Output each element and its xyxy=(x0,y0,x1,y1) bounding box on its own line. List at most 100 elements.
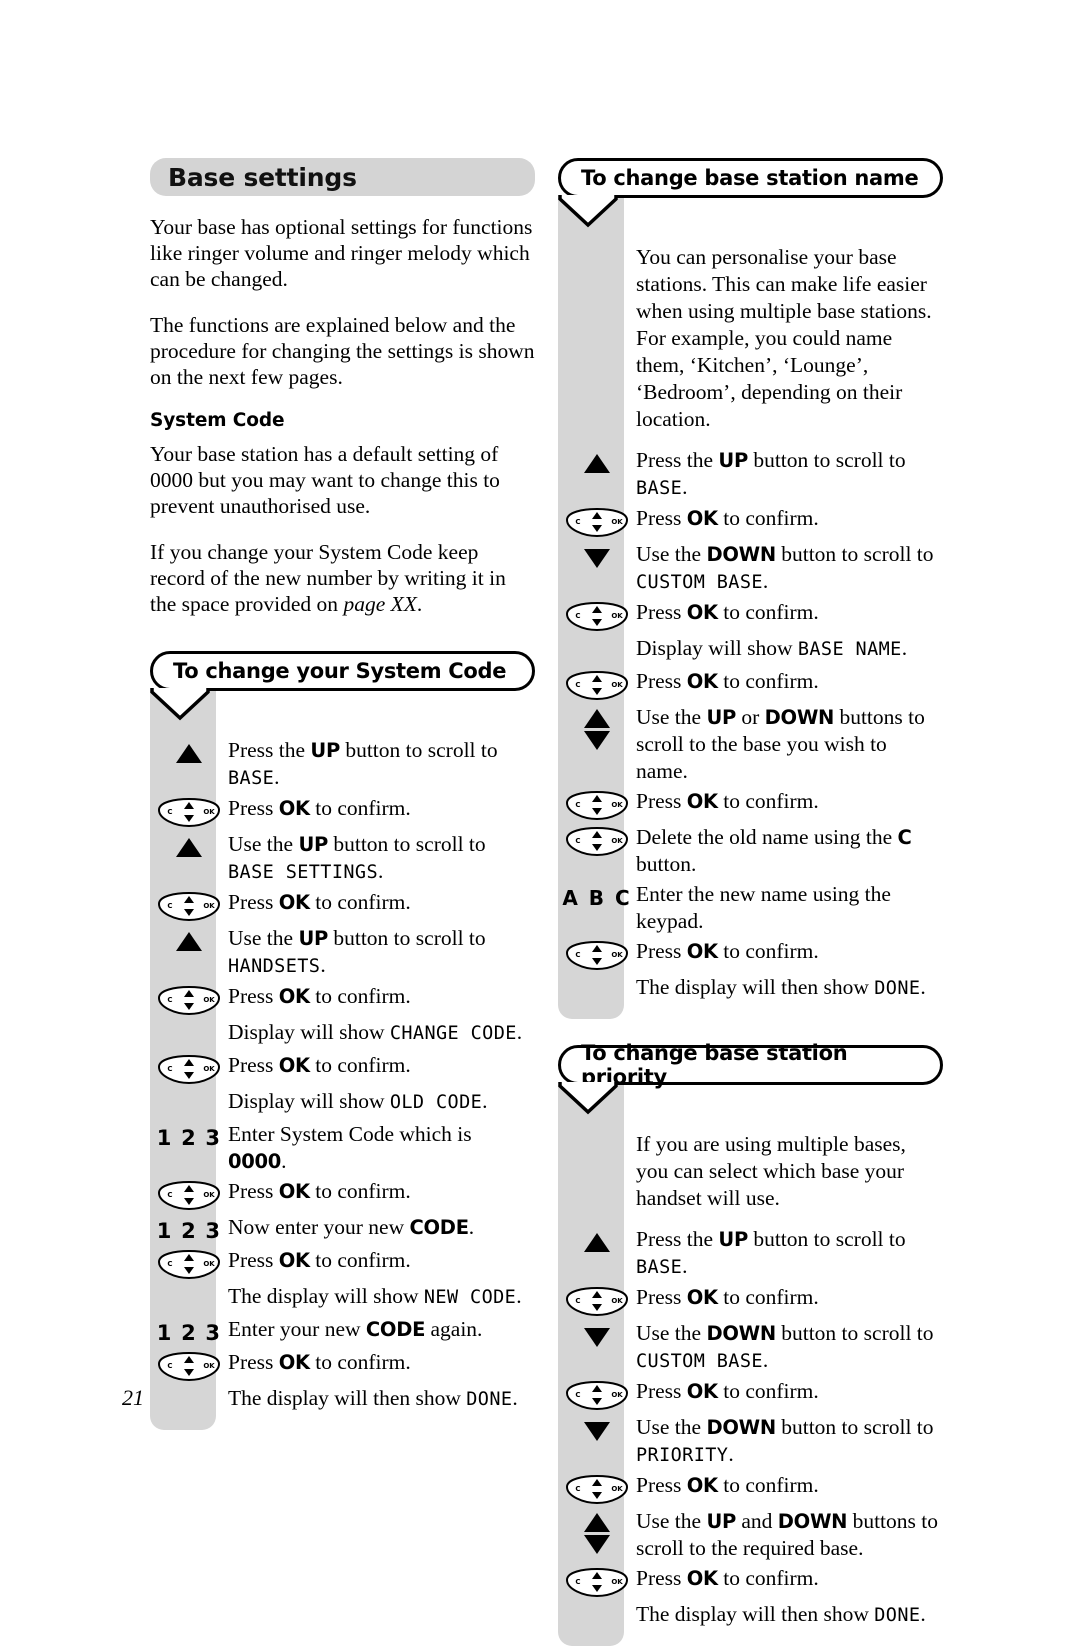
key-label: UP xyxy=(706,706,736,729)
procedure-step: C OK Press OK to confirm. xyxy=(150,1349,535,1382)
procedure-step: C OK Press OK to confirm. xyxy=(558,1565,943,1598)
nav-key-icon[interactable]: C OK xyxy=(157,1055,221,1085)
up-down-arrow-icon[interactable] xyxy=(584,1513,610,1554)
step-text-segment: Press the xyxy=(228,738,311,762)
key-label: DOWN xyxy=(706,1322,776,1345)
step-text: Display will show OLD CODE. xyxy=(228,1088,535,1116)
nav-key-icon[interactable]: C OK xyxy=(565,791,629,821)
svg-text:OK: OK xyxy=(203,902,215,910)
step-text: Press OK to confirm. xyxy=(636,1565,943,1592)
step-text-segment: Press xyxy=(636,1285,687,1309)
intro-text: You can personalise your base stations. … xyxy=(636,245,932,431)
procedure-step: Press the UP button to scroll to BASE. xyxy=(558,1226,943,1281)
key-label: OK xyxy=(686,1474,718,1497)
icon-cell xyxy=(558,635,636,638)
icon-cell xyxy=(558,541,636,568)
svg-text:OK: OK xyxy=(611,1578,623,1586)
step-text-segment: Press xyxy=(228,1350,279,1374)
intro-paragraph-1: Your base has optional settings for func… xyxy=(150,215,533,291)
icon-cell: C OK xyxy=(558,668,636,701)
down-arrow-icon[interactable] xyxy=(584,1422,610,1441)
callout-base-name: To change base station name xyxy=(558,158,943,228)
key-label: DOWN xyxy=(764,706,835,729)
up-arrow-icon[interactable] xyxy=(176,744,202,763)
icon-cell xyxy=(558,704,636,750)
step-text: Press OK to confirm. xyxy=(636,1378,943,1405)
svg-text:C: C xyxy=(575,1578,580,1586)
step-text-segment: to confirm. xyxy=(717,669,819,693)
nav-key-icon[interactable]: C OK xyxy=(565,1381,629,1411)
down-arrow-icon[interactable] xyxy=(584,549,610,568)
manual-page: Base settings Your base has optional set… xyxy=(0,0,1080,1646)
svg-text:OK: OK xyxy=(203,808,215,816)
up-down-arrow-icon[interactable] xyxy=(584,709,610,750)
page-number: 21 xyxy=(122,1385,144,1410)
step-text-segment: Display will show xyxy=(228,1020,390,1044)
step-text-segment: again. xyxy=(425,1317,483,1341)
display-text: HANDSETS xyxy=(228,956,321,977)
nav-key-icon[interactable]: C OK xyxy=(157,798,221,828)
procedure-step: C OK Press OK to confirm. xyxy=(558,668,943,701)
up-arrow-icon[interactable] xyxy=(176,838,202,857)
svg-text:OK: OK xyxy=(203,1065,215,1073)
step-text-segment: . xyxy=(728,1442,734,1466)
key-label: OK xyxy=(686,601,718,624)
keypad-123-icon[interactable]: 1 2 3 xyxy=(157,1321,221,1345)
nav-key-icon[interactable]: C OK xyxy=(157,1181,221,1211)
key-label: DOWN xyxy=(706,543,776,566)
svg-text:OK: OK xyxy=(611,1485,623,1493)
nav-key-icon[interactable]: C OK xyxy=(565,602,629,632)
nav-key-icon[interactable]: C OK xyxy=(157,892,221,922)
step-text-segment: Press xyxy=(636,1566,687,1590)
key-label: OK xyxy=(278,891,310,914)
down-arrow-icon[interactable] xyxy=(584,1328,610,1347)
icon-cell xyxy=(150,1088,228,1091)
procedure-step: C OK Press OK to confirm. xyxy=(150,889,535,922)
up-arrow-icon[interactable] xyxy=(176,932,202,951)
display-text: OLD CODE xyxy=(389,1092,483,1113)
up-arrow-icon[interactable] xyxy=(584,454,610,473)
step-text-segment: button to scroll to xyxy=(327,832,486,856)
svg-text:C: C xyxy=(575,1485,580,1493)
display-text: CUSTOM BASE xyxy=(636,1351,763,1372)
step-text: Enter your new CODE again. xyxy=(228,1316,535,1343)
key-label: CODE xyxy=(409,1216,470,1239)
svg-text:C: C xyxy=(575,837,580,845)
callout-title: To change base station name xyxy=(581,166,919,190)
nav-key-icon[interactable]: C OK xyxy=(565,508,629,538)
callout-tail-icon xyxy=(558,195,618,228)
key-label: OK xyxy=(686,670,718,693)
step-text-segment: Press xyxy=(228,1179,279,1203)
nav-key-icon[interactable]: C OK xyxy=(565,827,629,857)
nav-key-icon[interactable]: C OK xyxy=(157,1352,221,1382)
step-text: Enter the new name using the keypad. xyxy=(636,881,943,935)
nav-key-icon[interactable]: C OK xyxy=(565,941,629,971)
nav-key-icon[interactable]: C OK xyxy=(157,986,221,1016)
keypad-abc-icon[interactable]: A B C xyxy=(562,886,631,910)
step-text: The display will then show DONE. xyxy=(228,1385,535,1413)
nav-key-icon[interactable]: C OK xyxy=(565,1287,629,1317)
step-text: Press OK to confirm. xyxy=(228,1178,535,1205)
key-label: C xyxy=(897,826,912,849)
step-list: Press the UP button to scroll to BASE. C O… xyxy=(150,737,535,1415)
nav-key-icon[interactable]: C OK xyxy=(565,671,629,701)
nav-key-icon[interactable]: C OK xyxy=(565,1475,629,1505)
step-text: Press OK to confirm. xyxy=(228,889,535,916)
nav-key-icon[interactable]: C OK xyxy=(157,1250,221,1280)
up-arrow-icon[interactable] xyxy=(584,1233,610,1252)
nav-key-icon[interactable]: C OK xyxy=(565,1568,629,1598)
step-text-segment: Display will show xyxy=(636,636,798,660)
step-text: Use the UP or DOWN buttons to scroll to … xyxy=(636,704,943,785)
step-text-segment: button. xyxy=(636,852,697,876)
icon-cell: 1 2 3 xyxy=(150,1214,228,1243)
keypad-123-icon[interactable]: 1 2 3 xyxy=(157,1126,221,1150)
step-text-segment: Press xyxy=(228,1248,279,1272)
empty-icon xyxy=(189,1021,190,1022)
key-label: OK xyxy=(278,1180,310,1203)
display-text: BASE xyxy=(636,1257,683,1278)
icon-cell: C OK xyxy=(558,505,636,538)
keypad-123-icon[interactable]: 1 2 3 xyxy=(157,1219,221,1243)
step-text-segment: to confirm. xyxy=(309,890,411,914)
empty-icon xyxy=(189,1387,190,1388)
step-list: Press the UP button to scroll to BASE. C O… xyxy=(558,1226,943,1631)
